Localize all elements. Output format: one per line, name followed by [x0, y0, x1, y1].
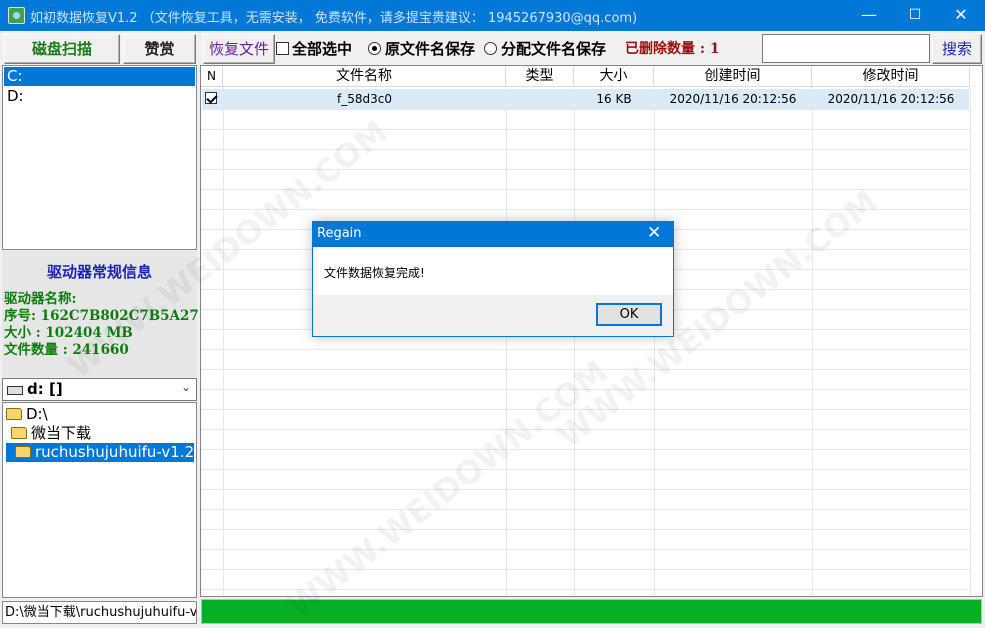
drive-item-d[interactable]: D: — [4, 87, 195, 106]
grid-row-line — [201, 169, 970, 170]
grid-row-line — [201, 469, 970, 470]
cell-created: 2020/11/16 20:12:56 — [669, 92, 797, 106]
chevron-down-icon[interactable]: ⌄ — [181, 380, 191, 394]
column-header-modified[interactable]: 修改时间 — [812, 66, 970, 87]
select-all-label: 全部选中 — [292, 40, 353, 58]
grid-row-line — [201, 509, 970, 510]
progress-bar — [201, 599, 982, 624]
dialog-close-button[interactable]: ✕ — [647, 223, 661, 243]
grid-row-line — [201, 489, 970, 490]
radio-checked-icon — [368, 42, 381, 55]
radio-original-label: 原文件名保存 — [385, 40, 476, 58]
grid-row-line — [201, 209, 970, 210]
tree-item-label: ruchushujuhuifu-v1.2 — [35, 443, 195, 461]
grid-row-line — [201, 409, 970, 410]
grid-row-line — [201, 349, 970, 350]
grid-row-line — [201, 389, 970, 390]
grid-row-line — [201, 589, 970, 590]
folder-open-icon — [15, 446, 31, 458]
dialog-title: Regain — [317, 226, 362, 241]
app-icon — [8, 7, 25, 24]
checkbox-icon — [276, 42, 289, 55]
praise-button[interactable]: 赞赏 — [123, 34, 196, 64]
drive-combo[interactable]: d: [] ⌄ — [2, 378, 197, 401]
grid-column-line — [506, 87, 507, 596]
cell-type — [506, 89, 574, 109]
drive-list[interactable]: C: D: — [2, 65, 197, 250]
tree-item-root[interactable]: D:\ — [6, 405, 48, 424]
title-bar: 如初数据恢复V1.2 （文件恢复工具，无需安装， 免费软件，请多提宝贵建议： 1… — [0, 0, 985, 31]
radio-original-name[interactable]: 原文件名保存 — [368, 38, 475, 59]
grid-row-line — [201, 129, 970, 130]
drive-item-c[interactable]: C: — [4, 67, 195, 86]
grid-row-line — [201, 189, 970, 190]
drive-icon — [7, 386, 23, 395]
tree-item-label: 微当下载 — [31, 424, 92, 442]
column-header-name[interactable]: 文件名称 — [223, 66, 506, 87]
grid-row-line — [201, 549, 970, 550]
grid-column-line — [812, 87, 813, 596]
drive-info-title: 驱动器常规信息 — [46, 263, 152, 281]
folder-open-icon — [6, 408, 22, 420]
drive-combo-value: d: [] — [27, 380, 63, 398]
grid-row-line — [201, 449, 970, 450]
folder-open-icon — [11, 427, 27, 439]
radio-unchecked-icon — [484, 42, 497, 55]
window-title: 如初数据恢复V1.2 （文件恢复工具，无需安装， 免费软件，请多提宝贵建议： 1… — [30, 11, 638, 26]
restore-file-button[interactable]: 恢复文件 — [203, 34, 275, 64]
cell-size: 16 KB — [596, 92, 632, 106]
drive-info-panel: 驱动器常规信息 驱动器名称: 序号: 162C7B802C7B5A27 大小 :… — [2, 251, 199, 377]
close-button[interactable]: ✕ — [938, 0, 984, 31]
grid-row-line — [201, 149, 970, 150]
maximize-button[interactable]: ☐ — [892, 0, 938, 31]
column-header-size[interactable]: 大小 — [574, 66, 654, 87]
minimize-button[interactable]: — — [846, 0, 892, 31]
cell-name: f_58d3c0 — [337, 92, 392, 106]
column-header-n[interactable]: N — [201, 66, 223, 87]
column-header-created[interactable]: 创建时间 — [654, 66, 812, 87]
cell-modified: 2020/11/16 20:12:56 — [827, 92, 955, 106]
row-checkbox[interactable] — [205, 92, 217, 104]
grid-row-line — [201, 569, 970, 570]
deleted-count: 已删除数量 : 1 — [625, 41, 720, 57]
disk-scan-button[interactable]: 磁盘扫描 — [4, 34, 120, 64]
drive-file-count: 文件数量 : 241660 — [4, 342, 129, 358]
grid-column-line — [574, 87, 575, 596]
grid-column-line — [654, 87, 655, 596]
folder-tree[interactable]: D:\ 微当下载 ruchushujuhuifu-v1.2 — [2, 402, 197, 598]
column-header-type[interactable]: 类型 — [506, 66, 574, 87]
grid-column-line — [223, 87, 224, 596]
progress-fill — [202, 600, 981, 623]
select-all-checkbox[interactable]: 全部选中 — [276, 38, 352, 59]
grid-row-line — [201, 109, 970, 110]
tree-item-label: D:\ — [26, 405, 48, 423]
grid-row-line — [201, 529, 970, 530]
ok-button[interactable]: OK — [596, 303, 662, 326]
radio-allocate-label: 分配文件名保存 — [501, 40, 607, 58]
dialog-message: 文件数据恢复完成! — [324, 266, 425, 280]
tree-item-selected[interactable]: ruchushujuhuifu-v1.2 — [6, 443, 194, 462]
dialog-title-bar: Regain ✕ — [313, 222, 673, 247]
grid-row-line — [201, 429, 970, 430]
path-field[interactable]: D:\微当下载\ruchushujuhuifu-v1.2 — [2, 601, 197, 624]
grid-column-line — [970, 87, 971, 596]
message-dialog: Regain ✕ 文件数据恢复完成! OK — [312, 221, 674, 337]
tree-item-folder[interactable]: 微当下载 — [11, 424, 91, 443]
search-button[interactable]: 搜索 — [932, 34, 982, 64]
grid-row-line — [201, 369, 970, 370]
search-input[interactable] — [762, 34, 930, 63]
radio-allocate-name[interactable]: 分配文件名保存 — [484, 38, 606, 59]
